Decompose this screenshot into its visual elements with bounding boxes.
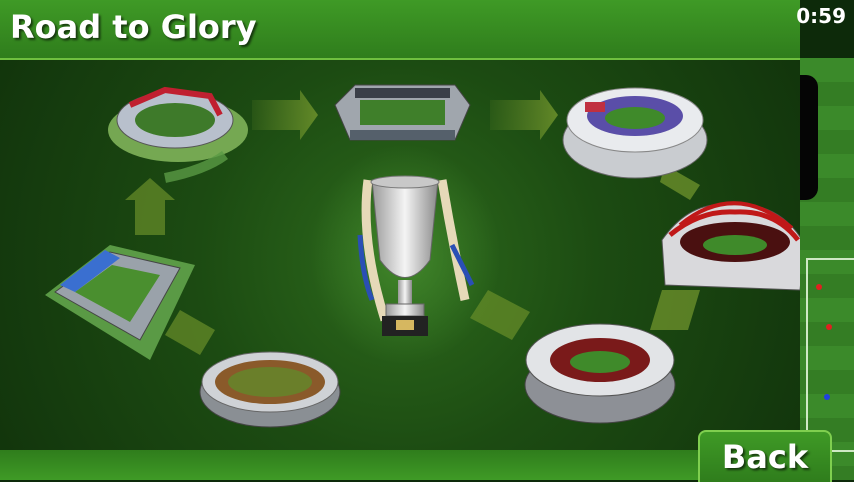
road-map-board [0,60,800,450]
side-bezel [798,75,818,200]
stadium-5-icon[interactable] [524,323,676,424]
stadium-7-icon[interactable] [45,245,195,360]
player-dot [824,394,830,400]
path-arrow [165,310,215,355]
header-bar: Road to Glory [0,0,800,60]
stadium-4-icon[interactable] [661,201,800,291]
path-arrow [650,290,700,330]
footer-bar [0,450,800,480]
path-arrow [252,90,318,140]
stadium-6-icon[interactable] [199,351,341,428]
stadium-3-icon[interactable] [562,87,708,179]
page-title: Road to Glory [10,8,257,46]
stadium-2-icon[interactable] [334,84,471,141]
path-arrow [125,178,175,235]
status-time: 0:59 [796,4,846,28]
side-pitch-lines [806,258,854,452]
player-dot [816,284,822,290]
path-arrow [490,90,558,140]
player-dot [826,324,832,330]
stadium-1-icon[interactable] [108,86,248,183]
back-button[interactable]: Back [698,430,832,482]
